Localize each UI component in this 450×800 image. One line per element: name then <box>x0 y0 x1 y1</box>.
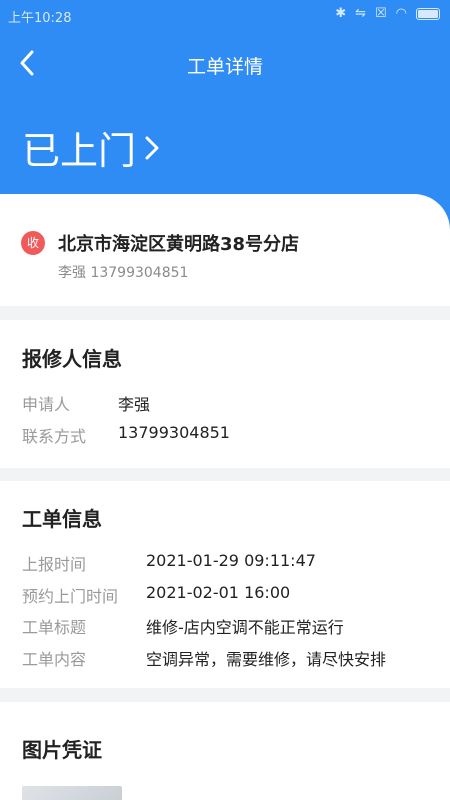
order-title-value: 维修-店内空调不能正常运行 <box>146 618 344 637</box>
contact-value[interactable]: 13799304851 <box>118 423 230 442</box>
photos-section-title: 图片凭证 <box>22 738 102 762</box>
order-section-title: 工单信息 <box>22 507 102 531</box>
report-time-value: 2021-01-29 09:11:47 <box>146 551 316 570</box>
store-address: 北京市海淀区黄明路38号分店 <box>58 234 300 255</box>
order-content-label: 工单内容 <box>22 650 87 669</box>
order-title-label: 工单标题 <box>22 618 87 637</box>
applicant-value: 李强 <box>118 395 151 414</box>
appointment-time-value: 2021-02-01 16:00 <box>146 583 291 602</box>
status-icons: ✱ ⇋ ☒ ◠ <box>335 6 440 21</box>
contact-label: 联系方式 <box>22 427 87 446</box>
report-time-label: 上报时间 <box>22 555 87 574</box>
chevron-right-icon <box>145 136 159 159</box>
wifi-icon: ◠ <box>395 6 407 21</box>
vibrate-icon: ⇋ <box>355 6 366 21</box>
status-bar: 上午10:28 ✱ ⇋ ☒ ◠ <box>0 0 450 30</box>
bluetooth-icon: ✱ <box>335 6 347 21</box>
sim-icon: ☒ <box>375 6 387 21</box>
order-status-label: 已上门 <box>22 129 137 173</box>
status-time: 上午10:28 <box>8 11 72 26</box>
order-content-value: 空调异常，需要维修，请尽快安排 <box>146 650 387 669</box>
page-title: 工单详情 <box>186 56 263 78</box>
receive-badge: 收 <box>21 231 45 255</box>
appointment-time-label: 预约上门时间 <box>22 587 119 606</box>
store-contact: 李强 13799304851 <box>58 265 189 281</box>
applicant-label: 申请人 <box>22 395 71 414</box>
order-status[interactable]: 已上门 <box>22 120 162 175</box>
photo-thumbnail[interactable] <box>22 786 122 800</box>
battery-icon <box>416 7 440 20</box>
reporter-section-title: 报修人信息 <box>22 347 122 371</box>
